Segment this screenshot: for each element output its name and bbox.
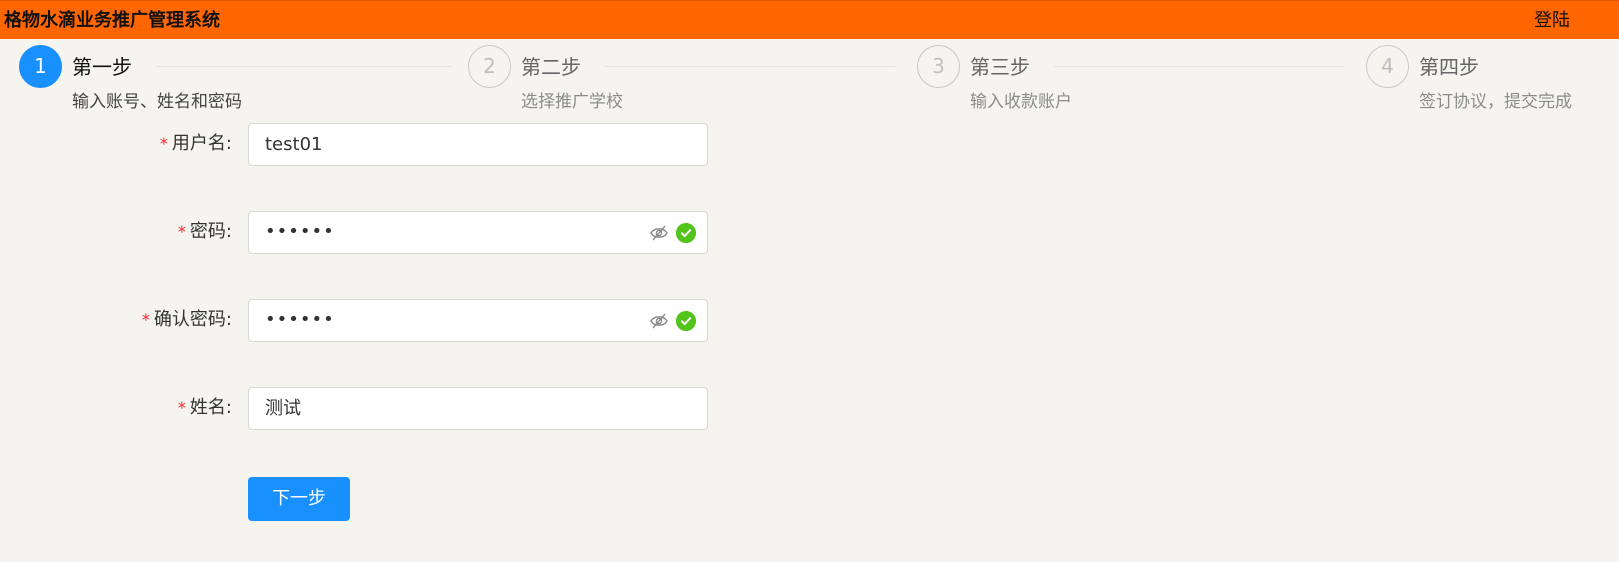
login-link[interactable]: 登陆	[1534, 10, 1570, 32]
username-row: * 用户名: test01	[0, 123, 708, 166]
app-title: 格物水滴业务推广管理系统	[4, 10, 220, 31]
required-mark: *	[177, 222, 186, 241]
check-circle-icon	[676, 223, 696, 243]
step-4-title: 第四步	[1419, 55, 1479, 79]
password-label-text: 密码:	[189, 221, 232, 242]
step-1-desc: 输入账号、姓名和密码	[72, 92, 242, 112]
step-3-title: 第三步	[970, 55, 1030, 79]
username-label: * 用户名:	[160, 133, 232, 155]
step-2-desc: 选择推广学校	[521, 92, 623, 112]
step-2-connector	[605, 66, 895, 67]
confirm-password-label-text: 确认密码:	[153, 309, 232, 330]
step-3-number: 3	[917, 45, 960, 88]
password-input[interactable]: ••••••	[248, 211, 708, 254]
name-label-text: 姓名:	[189, 397, 232, 418]
check-circle-icon	[676, 311, 696, 331]
username-input[interactable]: test01	[248, 123, 708, 166]
password-value: ••••••	[265, 221, 335, 242]
step-1-number: 1	[19, 45, 62, 88]
password-label: * 密码:	[178, 221, 232, 243]
username-value: test01	[265, 134, 323, 155]
step-1-title: 第一步	[72, 55, 132, 79]
confirm-password-label: * 确认密码:	[142, 309, 232, 331]
eye-invisible-icon[interactable]	[649, 224, 669, 242]
step-3-desc: 输入收款账户	[970, 92, 1072, 112]
name-row: * 姓名: 测试	[0, 387, 708, 430]
name-input[interactable]: 测试	[248, 387, 708, 430]
confirm-password-value: ••••••	[265, 309, 335, 330]
confirm-password-input[interactable]: ••••••	[248, 299, 708, 342]
name-value: 测试	[265, 398, 301, 419]
step-2-number: 2	[468, 45, 511, 88]
step-1-connector	[156, 66, 453, 67]
required-mark: *	[141, 310, 150, 329]
confirm-password-row: * 确认密码: ••••••	[0, 299, 708, 342]
step-4-desc: 签订协议，提交完成	[1419, 92, 1572, 112]
username-label-text: 用户名:	[171, 133, 232, 154]
step-3-connector	[1054, 66, 1344, 67]
app-header: 格物水滴业务推广管理系统 登陆	[0, 0, 1619, 39]
next-step-button[interactable]: 下一步	[248, 477, 350, 521]
step-4-number: 4	[1366, 45, 1409, 88]
eye-invisible-icon[interactable]	[649, 312, 669, 330]
name-label: * 姓名:	[178, 397, 232, 419]
step-2-title: 第二步	[521, 55, 581, 79]
password-row: * 密码: ••••••	[0, 211, 708, 254]
required-mark: *	[159, 134, 168, 153]
required-mark: *	[177, 398, 186, 417]
